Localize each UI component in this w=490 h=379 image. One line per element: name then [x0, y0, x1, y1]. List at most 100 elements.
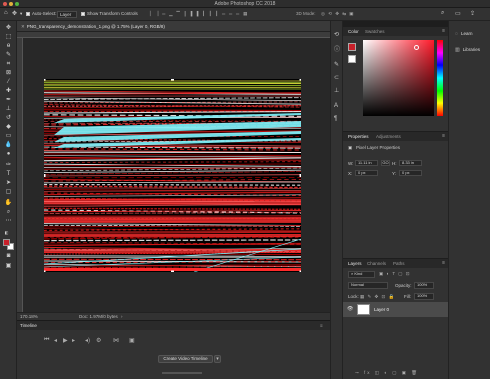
show-transform-checkbox[interactable]: Show Transform Controls	[81, 11, 138, 16]
info-icon[interactable]: ⓘ	[334, 44, 340, 53]
pixel-layer-icon: ▣	[348, 145, 353, 150]
eraser-tool-icon[interactable]: ◆	[4, 124, 13, 131]
width-field[interactable]: 11.11 in	[355, 160, 378, 166]
transition-icon[interactable]: ▣	[129, 337, 135, 344]
timeline-title[interactable]: Timeline	[20, 323, 37, 328]
search-icon[interactable]: ⌕	[441, 10, 444, 17]
paragraph-icon[interactable]: ¶	[334, 116, 337, 122]
crop-tool-icon[interactable]: ⌗	[4, 61, 13, 68]
transform-handle	[44, 79, 46, 81]
history-icon[interactable]: ⟲	[334, 31, 339, 38]
hue-slider[interactable]	[437, 40, 443, 116]
document-canvas[interactable]	[44, 79, 301, 272]
link-dimensions-button[interactable]: GO	[381, 160, 390, 166]
path-select-tool-icon[interactable]: ➤	[4, 180, 13, 187]
layer-row[interactable]: 👁 Layer 0	[343, 302, 448, 317]
color-picker-cursor[interactable]	[414, 45, 419, 50]
layer-filter-icons[interactable]: ▣ ◐ T ▢ ⊡	[379, 271, 411, 277]
timeline-zoom-slider[interactable]	[162, 372, 202, 374]
screen-mode-icon[interactable]: ▣	[4, 263, 13, 270]
tab-layers[interactable]: Layers	[348, 261, 362, 266]
gradient-tool-icon[interactable]: ▭	[4, 133, 13, 140]
tab-channels[interactable]: Channels	[367, 261, 386, 266]
tab-swatches[interactable]: Swatches	[365, 29, 385, 34]
dodge-tool-icon[interactable]: ●	[4, 151, 13, 158]
layer-filter-kind[interactable]: ⌕ Kind	[348, 271, 375, 278]
prev-frame-icon[interactable]: ◂	[54, 337, 57, 344]
zoom-tool-icon[interactable]: ⌕	[4, 209, 13, 216]
brush-settings-icon[interactable]: ✎	[334, 61, 339, 68]
3d-mode-icons[interactable]: ◎ ⟲ ✥ ⇆ ▣	[321, 11, 355, 17]
tab-color[interactable]: Color	[348, 29, 359, 34]
fill-field[interactable]: 100%	[414, 293, 434, 300]
eyedropper-tool-icon[interactable]: ⁄	[4, 79, 13, 86]
zoom-level[interactable]: 170.18%	[20, 314, 38, 319]
character-icon[interactable]: A	[334, 103, 338, 109]
align-icons[interactable]: ▏▕ ═ ▁ ▔ ║ ▌▐ ┃ ┃ ┃ ═ ═ ═ ▦	[150, 11, 249, 17]
libraries-item[interactable]: ▥ Libraries	[455, 47, 480, 53]
clone-stamp-tool-icon[interactable]: ⊥	[4, 106, 13, 113]
quick-mask-icon[interactable]: ◙	[4, 253, 13, 260]
workspace-icon[interactable]: ▭	[455, 10, 461, 17]
panel-menu-icon[interactable]: ≡	[320, 323, 323, 328]
audio-icon[interactable]: ◂)	[85, 337, 90, 344]
blend-mode-dropdown[interactable]: Normal	[348, 282, 388, 289]
tab-adjustments[interactable]: Adjustments	[376, 134, 401, 139]
bg-color-chip[interactable]	[348, 55, 356, 63]
layer-thumbnail[interactable]	[357, 304, 370, 315]
x-field[interactable]: 0 px	[355, 170, 378, 176]
color-field[interactable]	[363, 40, 434, 116]
panel-menu-icon[interactable]: ≡	[442, 260, 445, 266]
learn-item[interactable]: ◌ Learn	[455, 31, 473, 37]
opacity-field[interactable]: 100%	[414, 282, 434, 289]
blur-tool-icon[interactable]: 💧	[4, 142, 13, 149]
marquee-tool-icon[interactable]: ⬚	[4, 34, 13, 41]
document-tab[interactable]: ✕ PNG_transparency_demonstration_1.png @ …	[17, 21, 330, 32]
layers-panel-tabs: Layers Channels Paths ≡	[343, 259, 448, 268]
layer-footer-icons[interactable]: ⊸ fx ◫ ◐ ▢ ▣ 🗑	[355, 370, 419, 376]
rectangle-tool-icon[interactable]: ▢	[4, 189, 13, 196]
pen-tool-icon[interactable]: ✑	[4, 162, 13, 169]
history-brush-tool-icon[interactable]: ↺	[4, 115, 13, 122]
brush-tool-icon[interactable]: ✒	[4, 97, 13, 104]
quick-select-tool-icon[interactable]: ✎	[4, 52, 13, 59]
settings-icon[interactable]: ⚙	[96, 337, 101, 344]
panel-menu-icon[interactable]: ≡	[442, 133, 445, 139]
brushes-icon[interactable]: ⊂	[334, 74, 339, 81]
more-tools-icon[interactable]: ⋯	[4, 218, 13, 225]
clone-source-icon[interactable]: ⊥	[334, 87, 339, 94]
timeline-type-dropdown[interactable]: ▾	[214, 355, 221, 363]
layers-panel: Layers Channels Paths ≡ ⌕ Kind ▣ ◐ T ▢ ⊡…	[343, 258, 448, 379]
y-field[interactable]: 0 px	[399, 170, 422, 176]
tab-properties[interactable]: Properties	[348, 134, 369, 139]
lock-label: Lock:	[348, 294, 359, 299]
auto-select-dropdown[interactable]: Layer	[57, 11, 77, 18]
tool-preset-dropdown[interactable]: ▾	[20, 11, 22, 17]
frame-tool-icon[interactable]: ⊠	[4, 70, 13, 77]
status-arrow-icon[interactable]: ›	[121, 314, 123, 319]
default-colors-icon[interactable]: ◧	[2, 229, 11, 236]
move-tool-icon[interactable]: ✥	[12, 10, 17, 17]
hand-tool-icon[interactable]: ✋	[4, 200, 13, 207]
layer-name[interactable]: Layer 0	[374, 307, 389, 312]
height-label: H:	[392, 161, 397, 166]
share-icon[interactable]: ⇪	[470, 10, 475, 17]
split-icon[interactable]: ⋈	[113, 337, 119, 344]
move-tool-icon[interactable]: ✥	[4, 25, 13, 32]
lasso-tool-icon[interactable]: ɵ	[4, 43, 13, 50]
auto-select-checkbox[interactable]: Auto-Select:	[26, 11, 57, 16]
create-video-timeline-button[interactable]: Create Video Timeline	[158, 355, 213, 363]
healing-brush-tool-icon[interactable]: ✚	[4, 88, 13, 95]
fg-color-chip[interactable]	[348, 43, 356, 51]
first-frame-icon[interactable]: ⏮	[44, 337, 49, 344]
lock-icons[interactable]: ▦ ✎ ✥ ⊡ 🔒	[360, 294, 395, 300]
visibility-eye-icon[interactable]: 👁	[347, 306, 353, 312]
play-icon[interactable]: ▶	[63, 337, 68, 344]
type-tool-icon[interactable]: T	[4, 171, 13, 178]
tab-paths[interactable]: Paths	[393, 261, 405, 266]
panel-menu-icon[interactable]: ≡	[442, 28, 445, 34]
home-icon[interactable]: ⌂	[4, 10, 8, 16]
foreground-color-swatch[interactable]	[3, 239, 10, 246]
next-frame-icon[interactable]: ▸	[72, 337, 75, 344]
height-field[interactable]: 8.33 in	[399, 160, 422, 166]
